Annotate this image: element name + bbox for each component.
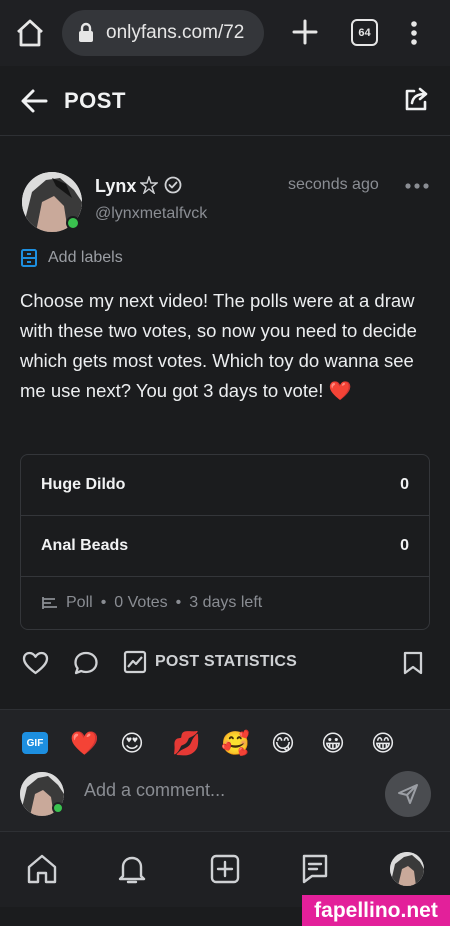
- more-horiz-icon[interactable]: [404, 178, 430, 194]
- label-icon: [21, 249, 37, 267]
- author-badges: [140, 176, 182, 194]
- poll-option-label: Anal Beads: [41, 537, 129, 554]
- author-name[interactable]: Lynx: [95, 176, 136, 197]
- chart-icon: [123, 650, 147, 674]
- comment-icon[interactable]: [73, 650, 99, 676]
- post-statistics-button[interactable]: POST STATISTICS: [123, 650, 297, 674]
- poll-meta: Poll • 0 Votes • 3 days left: [41, 594, 262, 612]
- watermark: fapellino.net: [302, 895, 450, 926]
- emoji-quick-bar: GIF ❤️ 😍 💋 🥰 😋 😀 😁: [22, 728, 432, 758]
- author-handle[interactable]: @lynxmetalfvck: [95, 205, 207, 223]
- address-bar[interactable]: onlyfans.com/72: [62, 10, 264, 56]
- post-body-text: Choose my next video! The polls were at …: [20, 290, 417, 401]
- poll-option-count: 0: [400, 537, 409, 554]
- emoji-beaming[interactable]: 😁: [371, 729, 395, 757]
- post-timestamp: seconds ago: [288, 176, 379, 193]
- url-text: onlyfans.com/72: [106, 22, 245, 43]
- nav-messages-icon[interactable]: [298, 852, 332, 886]
- post-actions: POST STATISTICS: [0, 646, 450, 682]
- emoji-heart[interactable]: ❤️: [70, 729, 99, 757]
- emoji-heart-eyes[interactable]: 😍: [120, 729, 144, 757]
- back-arrow-icon[interactable]: [20, 88, 48, 114]
- poll-votes-label: 0 Votes: [114, 594, 168, 611]
- nav-profile-avatar[interactable]: [390, 852, 424, 886]
- poll-option-label: Huge Dildo: [41, 476, 126, 493]
- nav-add-post-icon[interactable]: [208, 852, 242, 886]
- poll-time-left: 3 days left: [189, 594, 263, 611]
- tab-switcher-button[interactable]: 64: [351, 19, 378, 46]
- verified-badge-icon: [164, 176, 182, 194]
- online-status-dot: [66, 216, 80, 230]
- online-status-dot: [52, 802, 64, 814]
- pentagram-icon: [140, 176, 158, 194]
- browser-toolbar: onlyfans.com/72 64: [0, 0, 450, 66]
- nav-notifications-icon[interactable]: [115, 852, 149, 886]
- send-icon: [398, 784, 418, 804]
- home-icon[interactable]: [14, 18, 46, 48]
- poll-option-count: 0: [400, 476, 409, 493]
- app-header: POST: [0, 66, 450, 136]
- emoji-grinning[interactable]: 😀: [321, 729, 345, 757]
- new-tab-icon[interactable]: [290, 16, 320, 48]
- emoji-smiling-hearts[interactable]: 🥰: [221, 729, 250, 757]
- heart-icon[interactable]: [22, 650, 49, 676]
- add-labels-label: Add labels: [48, 249, 123, 266]
- more-vert-icon[interactable]: [404, 18, 424, 48]
- send-comment-button[interactable]: [385, 771, 431, 817]
- separator-dot: •: [175, 594, 182, 611]
- separator-dot: •: [100, 594, 107, 611]
- lock-icon: [79, 22, 93, 42]
- add-labels-button[interactable]: Add labels: [20, 248, 123, 268]
- poll-option[interactable]: Anal Beads 0: [21, 516, 429, 577]
- emoji-kiss-lips[interactable]: 💋: [172, 729, 201, 757]
- post-statistics-label: POST STATISTICS: [155, 653, 297, 670]
- bookmark-icon[interactable]: [402, 650, 424, 676]
- comment-input[interactable]: Add a comment...: [84, 780, 225, 801]
- page-title: POST: [64, 88, 126, 113]
- poll-type-label: Poll: [66, 594, 93, 611]
- comment-section: GIF ❤️ 😍 💋 🥰 😋 😀 😁 Add a comment...: [0, 709, 450, 831]
- nav-home-icon[interactable]: [25, 852, 59, 886]
- gif-button[interactable]: GIF: [22, 732, 48, 754]
- emoji-yum[interactable]: 😋: [271, 729, 295, 757]
- poll-icon: [42, 597, 57, 609]
- avatar-image: [390, 852, 424, 886]
- poll-option[interactable]: Huge Dildo 0: [21, 455, 429, 516]
- share-icon[interactable]: [402, 86, 430, 114]
- poll: Huge Dildo 0 Anal Beads 0 Poll • 0 Votes…: [20, 454, 430, 630]
